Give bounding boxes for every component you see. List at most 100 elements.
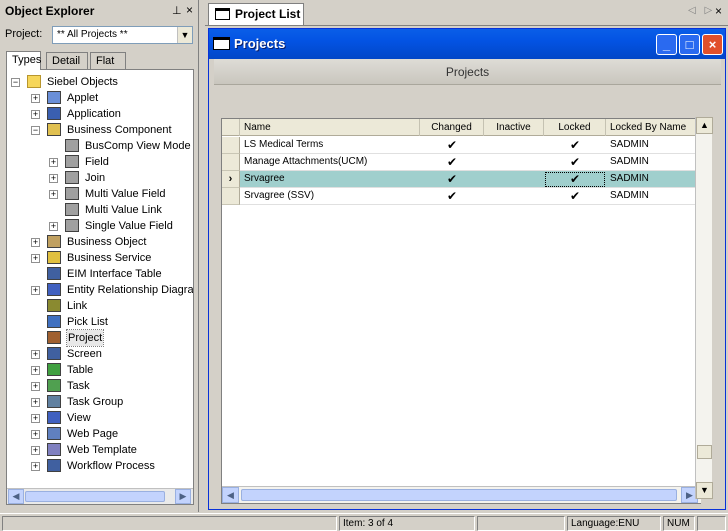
cell-name[interactable]: Srvagree (SSV) xyxy=(240,188,420,205)
column-header-changed[interactable]: Changed xyxy=(420,119,484,136)
expand-icon[interactable]: + xyxy=(31,366,40,375)
expand-icon[interactable]: + xyxy=(31,462,40,471)
tree-item-label: Application xyxy=(67,108,121,120)
window-title: Projects xyxy=(234,36,286,51)
cell-changed[interactable]: ✔ xyxy=(420,154,484,171)
expand-icon[interactable]: + xyxy=(31,414,40,423)
collapse-icon[interactable]: − xyxy=(11,78,20,87)
table-row[interactable]: Manage Attachments(UCM) ✔ ✔ SADMIN xyxy=(222,154,702,171)
window-body: Projects Name Changed Inactive Locked Lo… xyxy=(214,59,721,531)
row-selector[interactable] xyxy=(222,137,240,154)
cell-inactive[interactable] xyxy=(484,154,544,171)
cell-inactive[interactable] xyxy=(484,188,544,205)
task-icon xyxy=(47,379,61,392)
expand-icon[interactable]: + xyxy=(31,286,40,295)
row-selector[interactable] xyxy=(222,154,240,171)
expand-icon[interactable]: + xyxy=(31,254,40,263)
applet-icon xyxy=(47,91,61,104)
close-icon[interactable]: × xyxy=(715,4,722,18)
status-num: NUM xyxy=(663,516,695,531)
cell-locked[interactable]: ✔ xyxy=(544,188,606,205)
cell-inactive[interactable] xyxy=(484,137,544,154)
scrollbar-thumb[interactable] xyxy=(241,489,677,501)
table-row[interactable]: › Srvagree ✔ ✔ SADMIN xyxy=(222,171,702,188)
multi-value-field-icon xyxy=(65,187,79,200)
scroll-right-icon[interactable]: ▶ xyxy=(175,489,191,504)
scroll-left-icon[interactable]: ◀ xyxy=(8,489,24,504)
expand-icon[interactable]: + xyxy=(31,398,40,407)
table-row[interactable]: Srvagree (SSV) ✔ ✔ SADMIN xyxy=(222,188,702,205)
scroll-left-icon[interactable]: ◀ xyxy=(222,487,239,503)
cell-locked[interactable]: ✔ xyxy=(544,154,606,171)
window-title-bar[interactable]: Projects _ □ × xyxy=(209,29,725,59)
cell-locked[interactable]: ✔ xyxy=(544,171,606,188)
entity-relationship-diagram-icon xyxy=(47,283,61,296)
expand-icon[interactable]: + xyxy=(31,350,40,359)
tree-item-label: Table xyxy=(67,364,94,376)
expand-icon[interactable]: + xyxy=(49,174,58,183)
scrollbar-thumb[interactable] xyxy=(697,445,712,459)
status-pane-end xyxy=(697,516,726,531)
tree-item-label: Pick List xyxy=(67,316,108,328)
cell-inactive[interactable] xyxy=(484,171,544,188)
column-header-locked[interactable]: Locked xyxy=(544,119,606,136)
tab-detail[interactable]: Detail xyxy=(46,52,88,70)
cell-name[interactable]: Srvagree xyxy=(240,171,420,188)
cell-locked-by[interactable]: SADMIN xyxy=(606,137,702,154)
view-icon xyxy=(47,411,61,424)
tab-project-list[interactable]: Project List xyxy=(208,3,304,25)
object-tree[interactable]: − Siebel Objects + Applet + Application − Bus… xyxy=(6,69,194,505)
collapse-icon[interactable]: − xyxy=(31,126,40,135)
column-header-locked-by[interactable]: Locked By Name xyxy=(606,119,702,136)
tree-horizontal-scrollbar[interactable]: ◀ ▶ xyxy=(7,488,193,504)
cell-changed[interactable]: ✔ xyxy=(420,188,484,205)
tree-item-label: Web Template xyxy=(67,444,137,456)
expand-icon[interactable]: + xyxy=(31,110,40,119)
cell-locked-by[interactable]: SADMIN xyxy=(606,154,702,171)
expand-icon[interactable]: + xyxy=(49,158,58,167)
cell-changed[interactable]: ✔ xyxy=(420,171,484,188)
cell-locked-by[interactable]: SADMIN xyxy=(606,188,702,205)
tree-item-label: Task Group xyxy=(67,396,124,408)
cell-locked-by[interactable]: SADMIN xyxy=(606,171,702,188)
scroll-up-icon[interactable]: ▲ xyxy=(696,117,713,134)
maximize-button[interactable]: □ xyxy=(679,34,700,55)
projects-grid[interactable]: Name Changed Inactive Locked Locked By N… xyxy=(221,118,702,504)
tree-item-label: Task xyxy=(67,380,90,392)
table-row[interactable]: LS Medical Terms ✔ ✔ SADMIN xyxy=(222,137,702,154)
column-header-inactive[interactable]: Inactive xyxy=(484,119,544,136)
close-icon[interactable]: × xyxy=(186,3,193,17)
minimize-button[interactable]: _ xyxy=(656,34,677,55)
tab-flat[interactable]: Flat xyxy=(90,52,126,70)
column-header-name[interactable]: Name xyxy=(240,119,420,136)
row-selector[interactable] xyxy=(222,188,240,205)
scroll-down-icon[interactable]: ▼ xyxy=(696,482,713,499)
row-selector[interactable]: › xyxy=(222,171,240,188)
status-bar: Item: 3 of 4 Language:ENU NUM xyxy=(0,513,728,531)
tab-nav-icons[interactable]: ◁ ▷ xyxy=(688,5,715,16)
tree-item-label: Entity Relationship Diagrar xyxy=(67,284,194,296)
tree-item-label: Field xyxy=(85,156,109,168)
expand-icon[interactable]: + xyxy=(31,382,40,391)
cell-changed[interactable]: ✔ xyxy=(420,137,484,154)
tree-item-label: Workflow Process xyxy=(67,460,155,472)
cell-name[interactable]: Manage Attachments(UCM) xyxy=(240,154,420,171)
expand-icon[interactable]: + xyxy=(31,430,40,439)
expand-icon[interactable]: + xyxy=(31,238,40,247)
cell-locked[interactable]: ✔ xyxy=(544,137,606,154)
status-pane-empty xyxy=(477,516,565,531)
cell-name[interactable]: LS Medical Terms xyxy=(240,137,420,154)
window-close-button[interactable]: × xyxy=(702,34,723,55)
chevron-down-icon[interactable]: ▼ xyxy=(177,27,192,43)
pin-icon[interactable]: ⊥ xyxy=(172,4,182,17)
application-icon xyxy=(47,107,61,120)
project-select[interactable]: ** All Projects ** ▼ xyxy=(52,26,193,44)
expand-icon[interactable]: + xyxy=(31,94,40,103)
scrollbar-thumb[interactable] xyxy=(25,491,165,502)
grid-horizontal-scrollbar[interactable]: ◀ ▶ xyxy=(222,486,701,503)
expand-icon[interactable]: + xyxy=(31,446,40,455)
tab-types[interactable]: Types xyxy=(6,51,41,70)
expand-icon[interactable]: + xyxy=(49,190,58,199)
grid-vertical-scrollbar[interactable]: ▲ ▼ xyxy=(695,117,713,499)
expand-icon[interactable]: + xyxy=(49,222,58,231)
